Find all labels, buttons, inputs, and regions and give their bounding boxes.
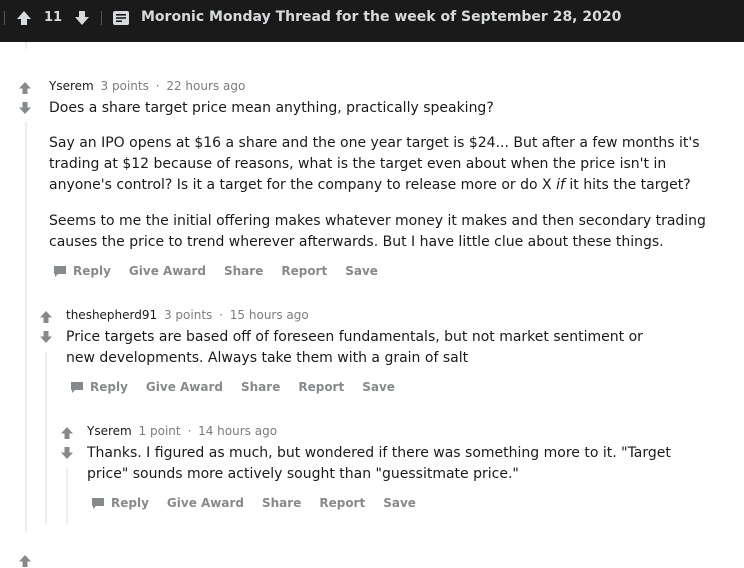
comment-author[interactable]: theshepherd91 (66, 308, 157, 322)
comment-paragraph: Price targets are based off of foreseen … (66, 329, 643, 366)
reply-label: Reply (73, 264, 111, 278)
separator-dot: · (187, 424, 192, 438)
give-award-button[interactable]: Give Award (129, 264, 206, 278)
reply-button[interactable]: Reply (70, 380, 128, 394)
separator-dot: · (219, 308, 223, 322)
report-button[interactable]: Report (319, 496, 365, 510)
comment-text: it hits the target? (569, 177, 691, 193)
comment-emphasis: if (556, 177, 565, 193)
post-header-bar: 11 Moronic Monday Thread for the week of… (0, 0, 744, 42)
give-award-button[interactable]: Give Award (146, 380, 223, 394)
post-text-icon (113, 11, 129, 25)
thread-line[interactable] (25, 122, 27, 532)
upvote-arrow-icon[interactable] (16, 10, 32, 26)
divider (101, 11, 102, 25)
share-button[interactable]: Share (241, 380, 280, 394)
downvote-arrow-icon[interactable] (39, 330, 53, 344)
separator-dot: · (155, 79, 160, 93)
reply-icon (71, 382, 83, 393)
thread-line[interactable] (66, 468, 68, 524)
thread-line[interactable] (45, 352, 47, 524)
report-button[interactable]: Report (281, 264, 327, 278)
comment-points: 3 points (163, 308, 213, 322)
comment-meta: Yserem 3 points · 22 hours ago (49, 79, 245, 93)
reply-button[interactable]: Reply (53, 264, 111, 278)
save-button[interactable]: Save (345, 264, 378, 278)
comment-points: 1 point (138, 424, 181, 438)
reply-label: Reply (90, 380, 128, 394)
comment-age[interactable]: 22 hours ago (166, 79, 245, 93)
comment-actions: Reply Give Award Share Report Save (91, 496, 434, 510)
divider (4, 11, 5, 25)
thread-line[interactable] (25, 42, 27, 49)
upvote-arrow-icon[interactable] (18, 554, 32, 568)
comment-paragraph: Say an IPO opens at $16 a share and the … (49, 133, 709, 196)
upvote-arrow-icon[interactable] (60, 426, 74, 440)
comment-actions: Reply Give Award Share Report Save (70, 380, 413, 394)
comment-paragraph: Thanks. I figured as much, but wondered … (87, 445, 671, 482)
save-button[interactable]: Save (362, 380, 395, 394)
downvote-arrow-icon[interactable] (60, 446, 74, 460)
save-button[interactable]: Save (383, 496, 416, 510)
comment-author[interactable]: Yserem (49, 79, 94, 93)
reply-icon (54, 266, 66, 277)
post-title[interactable]: Moronic Monday Thread for the week of Se… (141, 9, 621, 25)
share-button[interactable]: Share (262, 496, 301, 510)
comment-meta: Yserem 1 point · 14 hours ago (87, 424, 277, 438)
comment-author[interactable]: Yserem (87, 424, 132, 438)
comment-age[interactable]: 15 hours ago (230, 308, 309, 322)
report-button[interactable]: Report (298, 380, 344, 394)
share-button[interactable]: Share (224, 264, 263, 278)
give-award-button[interactable]: Give Award (167, 496, 244, 510)
downvote-arrow-icon[interactable] (18, 101, 32, 115)
downvote-arrow-icon[interactable] (74, 10, 90, 26)
post-score: 11 (43, 10, 63, 25)
comment-actions: Reply Give Award Share Report Save (53, 264, 396, 278)
comment-points: 3 points (100, 79, 149, 93)
comment-body: Does a share target price mean anything,… (49, 98, 709, 253)
upvote-arrow-icon[interactable] (18, 81, 32, 95)
upvote-arrow-icon[interactable] (39, 310, 53, 324)
comment-meta: theshepherd91 3 points · 15 hours ago (66, 308, 309, 322)
comment-paragraph: Does a share target price mean anything,… (49, 100, 494, 116)
comment-age[interactable]: 14 hours ago (198, 424, 277, 438)
comment-body: Thanks. I figured as much, but wondered … (87, 443, 687, 485)
reply-label: Reply (111, 496, 149, 510)
reply-icon (92, 498, 104, 509)
comment-body: Price targets are based off of foreseen … (66, 327, 666, 369)
comment-paragraph: Seems to me the initial offering makes w… (49, 213, 706, 250)
reply-button[interactable]: Reply (91, 496, 149, 510)
